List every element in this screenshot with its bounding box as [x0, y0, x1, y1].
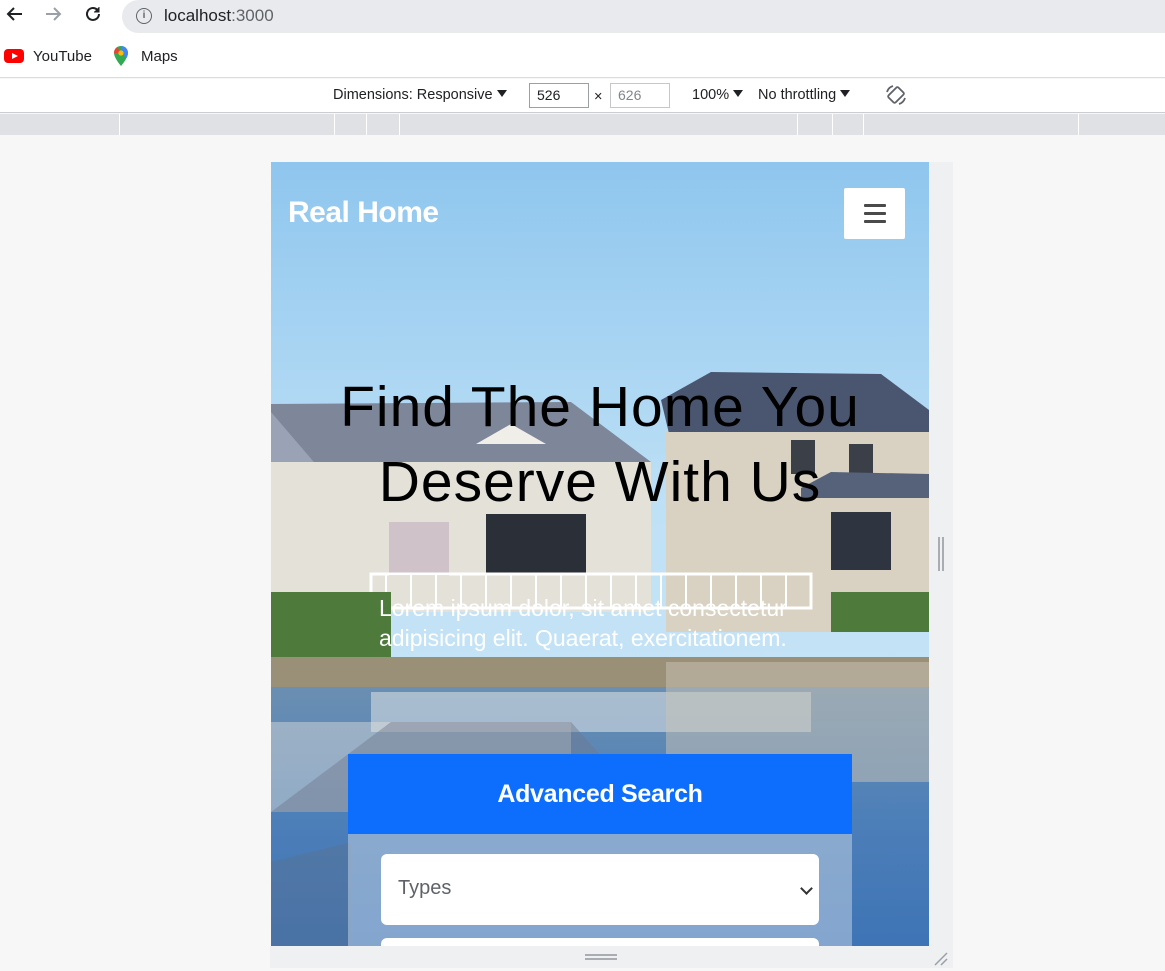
website-viewport: Real Home Find The Home You Deserve With… [271, 162, 929, 946]
width-input[interactable]: 526 [529, 83, 589, 108]
bookmark-label: Maps [141, 47, 178, 65]
reload-icon[interactable] [80, 4, 106, 30]
resize-handle-right[interactable] [938, 537, 944, 571]
resize-corner-icon[interactable] [932, 950, 948, 966]
dropdown-caret-icon [840, 90, 851, 97]
bookmark-maps[interactable]: Maps [113, 46, 178, 66]
address-bar[interactable]: i localhost:3000 [122, 0, 1165, 33]
media-query-ruler [0, 114, 1165, 135]
dimensions-dropdown[interactable]: Dimensions: Responsive [333, 87, 507, 103]
browser-toolbar: i localhost:3000 [0, 0, 1165, 33]
dropdown-caret-icon [496, 90, 507, 97]
times-sign: × [594, 89, 603, 105]
second-select[interactable] [381, 938, 819, 946]
info-icon[interactable]: i [136, 8, 152, 24]
types-select-value: Types [398, 877, 452, 899]
url-text: localhost:3000 [164, 6, 274, 25]
back-arrow-icon[interactable] [2, 4, 28, 30]
types-select[interactable]: Types [381, 854, 819, 925]
hero-headline: Find The Home You Deserve With Us [340, 375, 860, 514]
bookmark-label: YouTube [33, 47, 92, 65]
forward-arrow-icon[interactable] [40, 4, 66, 30]
hero-subtext: Lorem ipsum dolor, sit amet consectetur … [379, 595, 787, 651]
advanced-search-heading: Advanced Search [348, 754, 852, 834]
bookmarks-bar: YouTube Maps [0, 33, 1165, 78]
device-toolbar: Dimensions: Responsive 526 × 626 100% No… [0, 79, 1165, 113]
dropdown-caret-icon [733, 90, 744, 97]
throttling-dropdown[interactable]: No throttling [758, 87, 851, 103]
youtube-icon [4, 49, 24, 63]
advanced-search-form: Types [348, 834, 852, 946]
maps-icon [113, 46, 129, 66]
rotate-icon[interactable] [884, 83, 908, 107]
height-input[interactable]: 626 [610, 83, 670, 108]
hamburger-menu-icon[interactable] [844, 188, 905, 239]
chevron-down-icon [800, 882, 813, 895]
resize-handle-bottom[interactable] [585, 954, 617, 960]
zoom-dropdown[interactable]: 100% [692, 87, 744, 103]
site-brand-logo[interactable]: Real Home [288, 196, 439, 230]
bookmark-youtube[interactable]: YouTube [4, 46, 92, 66]
